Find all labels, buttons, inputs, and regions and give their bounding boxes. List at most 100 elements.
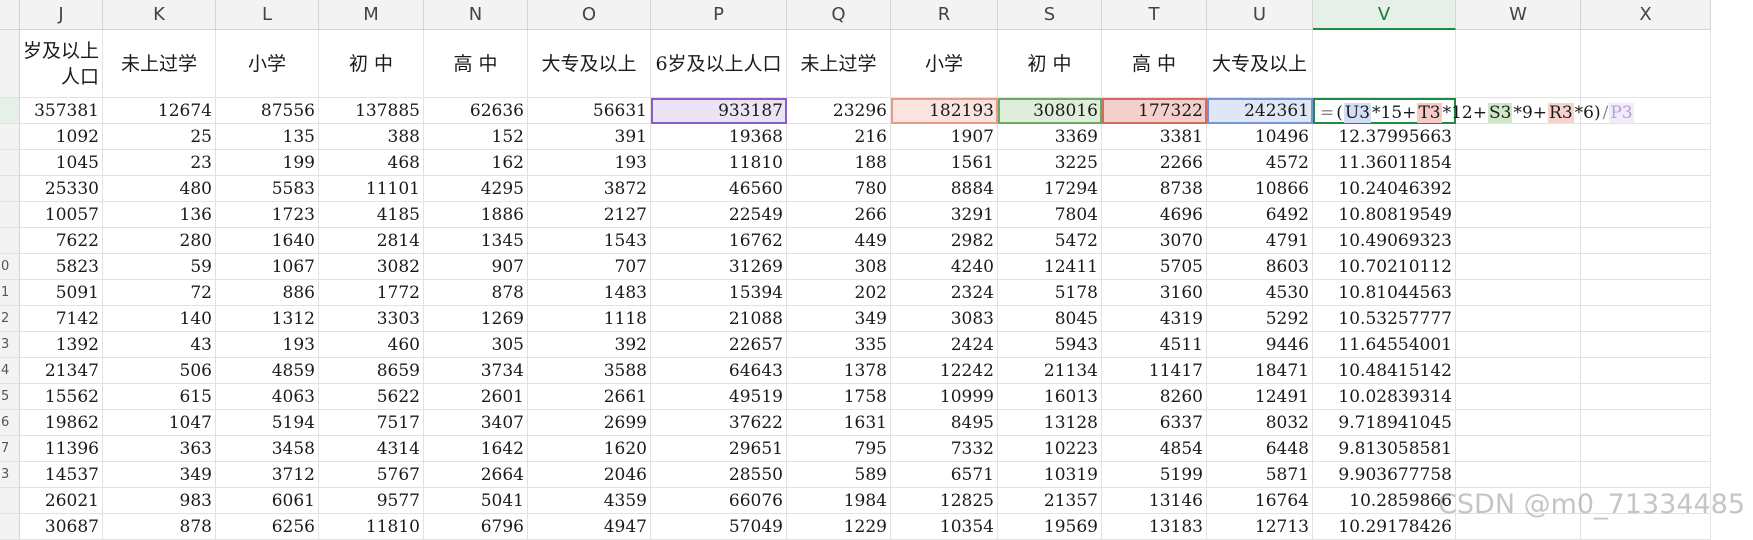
data-cell[interactable]: 1047 <box>103 410 216 436</box>
data-cell[interactable]: 1886 <box>424 202 528 228</box>
data-cell[interactable]: 3070 <box>1102 228 1207 254</box>
data-cell[interactable]: 21134 <box>998 358 1102 384</box>
data-cell[interactable]: 3458 <box>216 436 319 462</box>
data-cell[interactable]: 29651 <box>651 436 787 462</box>
row-header[interactable]: 3 <box>0 332 20 358</box>
data-cell[interactable]: 460 <box>319 332 424 358</box>
column-header-s[interactable]: S <box>998 0 1102 30</box>
data-cell[interactable]: 707 <box>528 254 651 280</box>
data-cell[interactable]: 11810 <box>319 514 424 540</box>
column-title-cell[interactable]: 6岁及以上人口 <box>651 30 787 98</box>
data-cell[interactable]: 1772 <box>319 280 424 306</box>
data-cell[interactable]: 3291 <box>891 202 998 228</box>
data-cell[interactable]: 1312 <box>216 306 319 332</box>
data-cell[interactable]: 137885 <box>319 98 424 124</box>
data-cell[interactable]: 62636 <box>424 98 528 124</box>
column-title-cell[interactable] <box>1581 30 1711 98</box>
data-cell[interactable]: 4063 <box>216 384 319 410</box>
data-cell[interactable]: 202 <box>787 280 891 306</box>
data-cell[interactable]: 3407 <box>424 410 528 436</box>
data-cell[interactable]: 2982 <box>891 228 998 254</box>
data-cell[interactable]: 23296 <box>787 98 891 124</box>
data-cell[interactable]: 21088 <box>651 306 787 332</box>
data-cell[interactable]: 9.903677758 <box>1313 462 1456 488</box>
data-cell[interactable]: 9577 <box>319 488 424 514</box>
data-cell[interactable]: 199 <box>216 150 319 176</box>
column-title-cell[interactable]: 小学 <box>891 30 998 98</box>
data-cell[interactable] <box>1581 358 1711 384</box>
referenced-cell-u3[interactable]: 242361 <box>1207 98 1313 124</box>
data-cell[interactable]: 15562 <box>20 384 103 410</box>
data-cell[interactable]: 363 <box>103 436 216 462</box>
data-cell[interactable]: 30687 <box>20 514 103 540</box>
data-cell[interactable]: 5472 <box>998 228 1102 254</box>
data-cell[interactable]: 216 <box>787 124 891 150</box>
data-cell[interactable]: 2661 <box>528 384 651 410</box>
data-cell[interactable]: 4511 <box>1102 332 1207 358</box>
data-cell[interactable]: 1642 <box>424 436 528 462</box>
referenced-cell-p3[interactable]: 933187 <box>651 98 787 124</box>
column-header-o[interactable]: O <box>528 0 651 30</box>
data-cell[interactable]: 391 <box>528 124 651 150</box>
data-cell[interactable]: 37622 <box>651 410 787 436</box>
data-cell[interactable] <box>1456 254 1581 280</box>
data-cell[interactable]: 10.24046392 <box>1313 176 1456 202</box>
data-cell[interactable]: 3225 <box>998 150 1102 176</box>
data-cell[interactable]: 780 <box>787 176 891 202</box>
data-cell[interactable]: 12491 <box>1207 384 1313 410</box>
data-cell[interactable]: 5292 <box>1207 306 1313 332</box>
data-cell[interactable]: 23 <box>103 150 216 176</box>
data-cell[interactable]: 4530 <box>1207 280 1313 306</box>
data-cell[interactable]: 10.49069323 <box>1313 228 1456 254</box>
data-cell[interactable]: 3734 <box>424 358 528 384</box>
column-title-cell[interactable] <box>1456 30 1581 98</box>
data-cell[interactable]: 4859 <box>216 358 319 384</box>
column-header-l[interactable]: L <box>216 0 319 30</box>
data-cell[interactable]: 4791 <box>1207 228 1313 254</box>
data-cell[interactable]: 4319 <box>1102 306 1207 332</box>
row-header[interactable]: 6 <box>0 410 20 436</box>
data-cell[interactable]: 12825 <box>891 488 998 514</box>
data-cell[interactable]: 4947 <box>528 514 651 540</box>
data-cell[interactable]: 19569 <box>998 514 1102 540</box>
data-cell[interactable]: 4240 <box>891 254 998 280</box>
column-title-cell[interactable]: 岁及以上人口 <box>20 30 103 98</box>
data-cell[interactable] <box>1456 280 1581 306</box>
data-cell[interactable]: 9.718941045 <box>1313 410 1456 436</box>
data-cell[interactable]: 8495 <box>891 410 998 436</box>
data-cell[interactable]: 2127 <box>528 202 651 228</box>
data-cell[interactable]: 4185 <box>319 202 424 228</box>
data-cell[interactable] <box>1581 150 1711 176</box>
data-cell[interactable]: 10.02839314 <box>1313 384 1456 410</box>
data-cell[interactable]: 3083 <box>891 306 998 332</box>
data-cell[interactable]: 5767 <box>319 462 424 488</box>
data-cell[interactable]: 18471 <box>1207 358 1313 384</box>
data-cell[interactable]: 1092 <box>20 124 103 150</box>
data-cell[interactable]: 1378 <box>787 358 891 384</box>
data-cell[interactable]: 8260 <box>1102 384 1207 410</box>
data-cell[interactable]: 5705 <box>1102 254 1207 280</box>
data-cell[interactable]: 10354 <box>891 514 998 540</box>
column-header-v[interactable]: V <box>1313 0 1456 30</box>
data-cell[interactable]: 2664 <box>424 462 528 488</box>
data-cell[interactable]: 1984 <box>787 488 891 514</box>
data-cell[interactable]: 1907 <box>891 124 998 150</box>
data-cell[interactable]: 480 <box>103 176 216 202</box>
data-cell[interactable]: 136 <box>103 202 216 228</box>
data-cell[interactable] <box>1581 306 1711 332</box>
data-cell[interactable]: 6492 <box>1207 202 1313 228</box>
data-cell[interactable]: 49519 <box>651 384 787 410</box>
data-cell[interactable]: 17294 <box>998 176 1102 202</box>
data-cell[interactable] <box>1581 202 1711 228</box>
data-cell[interactable]: 357381 <box>20 98 103 124</box>
data-cell[interactable]: 72 <box>103 280 216 306</box>
column-header-u[interactable]: U <box>1207 0 1313 30</box>
data-cell[interactable]: 305 <box>424 332 528 358</box>
data-cell[interactable]: 506 <box>103 358 216 384</box>
row-header[interactable] <box>0 98 20 124</box>
data-cell[interactable]: 11417 <box>1102 358 1207 384</box>
data-cell[interactable]: 15394 <box>651 280 787 306</box>
data-cell[interactable] <box>1581 332 1711 358</box>
data-cell[interactable]: 878 <box>103 514 216 540</box>
formula-edit-cell[interactable]: =(U3 *15+ T3 *12+ S3 *9+ R3 *6) / P3 <box>1313 98 1634 124</box>
